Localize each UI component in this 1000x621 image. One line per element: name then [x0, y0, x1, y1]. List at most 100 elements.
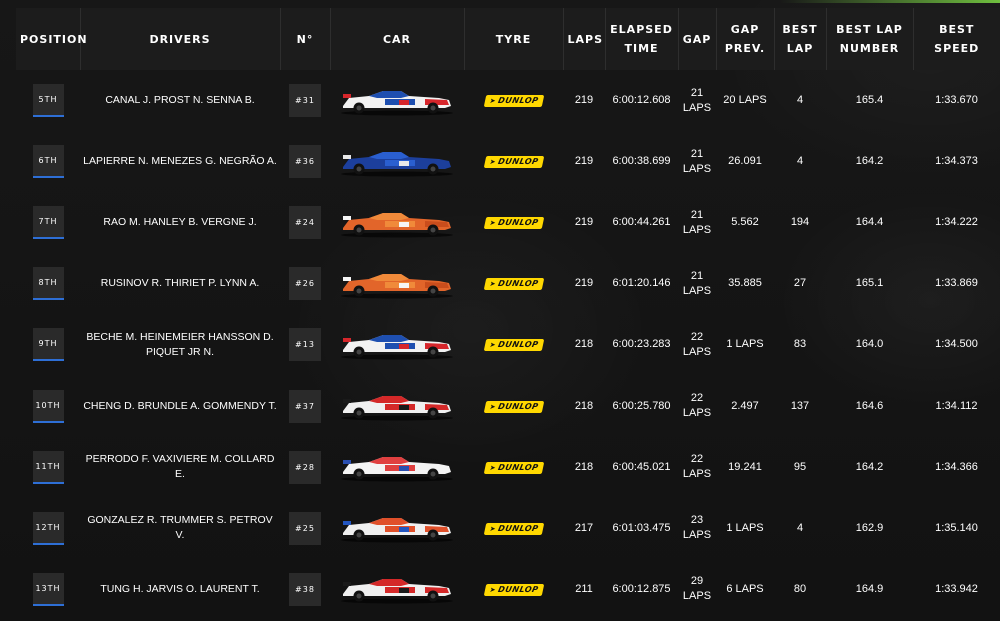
- race-car-icon: [333, 147, 461, 177]
- table-row[interactable]: 7TH RAO M. HANLEY B. VERGNE J. #24 ➤DUNLOP 2…: [16, 192, 1000, 253]
- cell-best-speed: 1:33.670: [935, 94, 978, 107]
- cell-tyre: ➤DUNLOP: [464, 192, 563, 253]
- cell-tyre: ➤DUNLOP: [464, 131, 563, 192]
- header-laps[interactable]: LAPS: [563, 8, 606, 70]
- cell-tyre: ➤DUNLOP: [464, 375, 563, 436]
- position-badge: 9TH: [32, 328, 64, 362]
- race-car-icon: [333, 208, 461, 238]
- cell-tyre: ➤DUNLOP: [464, 253, 563, 314]
- cell-number: #25: [280, 498, 330, 559]
- cell-gap-prev: 2.497: [731, 399, 759, 412]
- race-car-icon: [333, 452, 461, 482]
- race-car-icon: [333, 269, 461, 299]
- table-row[interactable]: 8TH RUSINOV R. THIRIET P. LYNN A. #26 ➤DUNL…: [16, 253, 1000, 314]
- cell-car: [330, 192, 464, 253]
- cell-gap-prev: 5.562: [731, 216, 759, 229]
- driver-names: CANAL J. PROST N. SENNA B.: [105, 94, 255, 107]
- header-best-speed[interactable]: BEST SPEED: [913, 8, 1000, 70]
- cell-best-speed: 1:34.373: [935, 155, 978, 168]
- cell-best-lap-number: 164.6: [855, 399, 884, 412]
- cell-elapsed-time: 6:00:45.021: [612, 460, 671, 473]
- cell-laps: 218: [574, 338, 594, 351]
- cell-car: [330, 253, 464, 314]
- position-badge: 13TH: [32, 572, 64, 606]
- position-badge: 10TH: [32, 389, 64, 423]
- cell-tyre: ➤DUNLOP: [464, 498, 563, 559]
- cell-drivers: LAPIERRE N. MENEZES G. NEGRÃO A.: [80, 131, 280, 192]
- cell-best-speed: 1:35.140: [935, 521, 978, 534]
- cell-gap-prev: 19.241: [728, 460, 762, 473]
- cell-car: [330, 375, 464, 436]
- cell-best-lap: 95: [793, 460, 807, 473]
- cell-laps: 219: [574, 94, 594, 107]
- cell-gap: 22 LAPS: [682, 330, 712, 358]
- cell-elapsed-time: 6:00:23.283: [612, 338, 671, 351]
- cell-laps: 211: [575, 582, 593, 595]
- cell-position: 8TH: [16, 253, 80, 314]
- cell-best-lap-number: 165.1: [855, 277, 884, 290]
- cell-tyre: ➤DUNLOP: [464, 437, 563, 498]
- race-car-icon: [333, 574, 461, 604]
- cell-car: [330, 437, 464, 498]
- table-row[interactable]: 11TH PERRODO F. VAXIVIERE M. COLLARD E. #2…: [16, 437, 1000, 498]
- car-number-badge: #26: [289, 267, 321, 301]
- race-car-icon: [333, 86, 461, 116]
- car-number-badge: #37: [289, 389, 321, 423]
- cell-gap: 21 LAPS: [682, 208, 712, 236]
- header-elapsed-time[interactable]: ELAPSED TIME: [605, 8, 679, 70]
- cell-tyre: ➤DUNLOP: [464, 314, 563, 375]
- table-row[interactable]: 10TH CHENG D. BRUNDLE A. GOMMENDY T. #37 ➤D…: [16, 375, 1000, 436]
- cell-gap-prev: 35.885: [728, 277, 762, 290]
- cell-drivers: BECHE M. HEINEMEIER HANSSON D. PIQUET JR …: [80, 314, 280, 375]
- car-number-badge: #36: [289, 145, 321, 179]
- cell-best-lap-number: 164.2: [855, 460, 884, 473]
- cell-laps: 218: [574, 399, 594, 412]
- cell-laps: 218: [574, 460, 594, 473]
- cell-car: [330, 131, 464, 192]
- results-table: POSITION DRIVERS N° CAR TYRE LAPS ELAPSE…: [16, 8, 1000, 620]
- table-row[interactable]: 5TH CANAL J. PROST N. SENNA B. #31 ➤DUNLOP 2…: [16, 70, 1000, 131]
- cell-drivers: CHENG D. BRUNDLE A. GOMMENDY T.: [80, 375, 280, 436]
- position-badge: 6TH: [32, 145, 64, 179]
- cell-gap-prev: 6 LAPS: [726, 582, 764, 595]
- cell-position: 9TH: [16, 314, 80, 375]
- header-gap-prev[interactable]: GAP PREV.: [716, 8, 775, 70]
- header-best-lap-number[interactable]: BEST LAP NUMBER: [826, 8, 914, 70]
- cell-best-speed: 1:33.869: [935, 277, 978, 290]
- driver-names-line-2: PIQUET JR N.: [145, 345, 215, 358]
- cell-car: [330, 559, 464, 620]
- header-position[interactable]: POSITION: [16, 8, 87, 70]
- cell-best-lap: 4: [796, 521, 804, 534]
- cell-car: [330, 498, 464, 559]
- cell-best-speed: 1:34.222: [935, 216, 978, 229]
- cell-car: [330, 314, 464, 375]
- cell-best-lap: 80: [793, 582, 807, 595]
- table-row[interactable]: 6TH LAPIERRE N. MENEZES G. NEGRÃO A. #36 ➤D…: [16, 131, 1000, 192]
- race-car-icon: [333, 513, 461, 543]
- cell-best-lap-number: 162.9: [855, 521, 884, 534]
- header-tyre[interactable]: TYRE: [464, 8, 564, 70]
- cell-gap-prev: 1 LAPS: [726, 338, 764, 351]
- header-drivers[interactable]: DRIVERS: [80, 8, 281, 70]
- header-number[interactable]: N°: [280, 8, 331, 70]
- table-row[interactable]: 9TH BECHE M. HEINEMEIER HANSSON D. PIQUET …: [16, 314, 1000, 375]
- header-car[interactable]: CAR: [330, 8, 465, 70]
- cell-elapsed-time: 6:00:12.608: [612, 94, 671, 107]
- table-row[interactable]: 13TH TUNG H. JARVIS O. LAURENT T. #38 ➤DUNL…: [16, 559, 1000, 620]
- cell-best-lap: 4: [796, 94, 804, 107]
- cell-gap: 21 LAPS: [682, 269, 712, 297]
- driver-names: TUNG H. JARVIS O. LAURENT T.: [100, 582, 260, 595]
- cell-gap-prev: 26.091: [728, 155, 762, 168]
- cell-best-lap: 27: [793, 277, 807, 290]
- table-row[interactable]: 12TH GONZALEZ R. TRUMMER S. PETROV V. #25 ➤…: [16, 498, 1000, 559]
- position-badge: 12TH: [32, 511, 64, 545]
- cell-best-lap: 83: [793, 338, 807, 351]
- car-number-badge: #28: [289, 450, 321, 484]
- cell-position: 7TH: [16, 192, 80, 253]
- position-badge: 11TH: [32, 450, 64, 484]
- header-gap[interactable]: GAP: [678, 8, 717, 70]
- table-body: 5TH CANAL J. PROST N. SENNA B. #31 ➤DUNLOP 2…: [16, 70, 1000, 620]
- header-best-lap[interactable]: BEST LAP: [774, 8, 827, 70]
- cell-gap-prev: 1 LAPS: [726, 521, 764, 534]
- car-number-badge: #31: [289, 84, 321, 118]
